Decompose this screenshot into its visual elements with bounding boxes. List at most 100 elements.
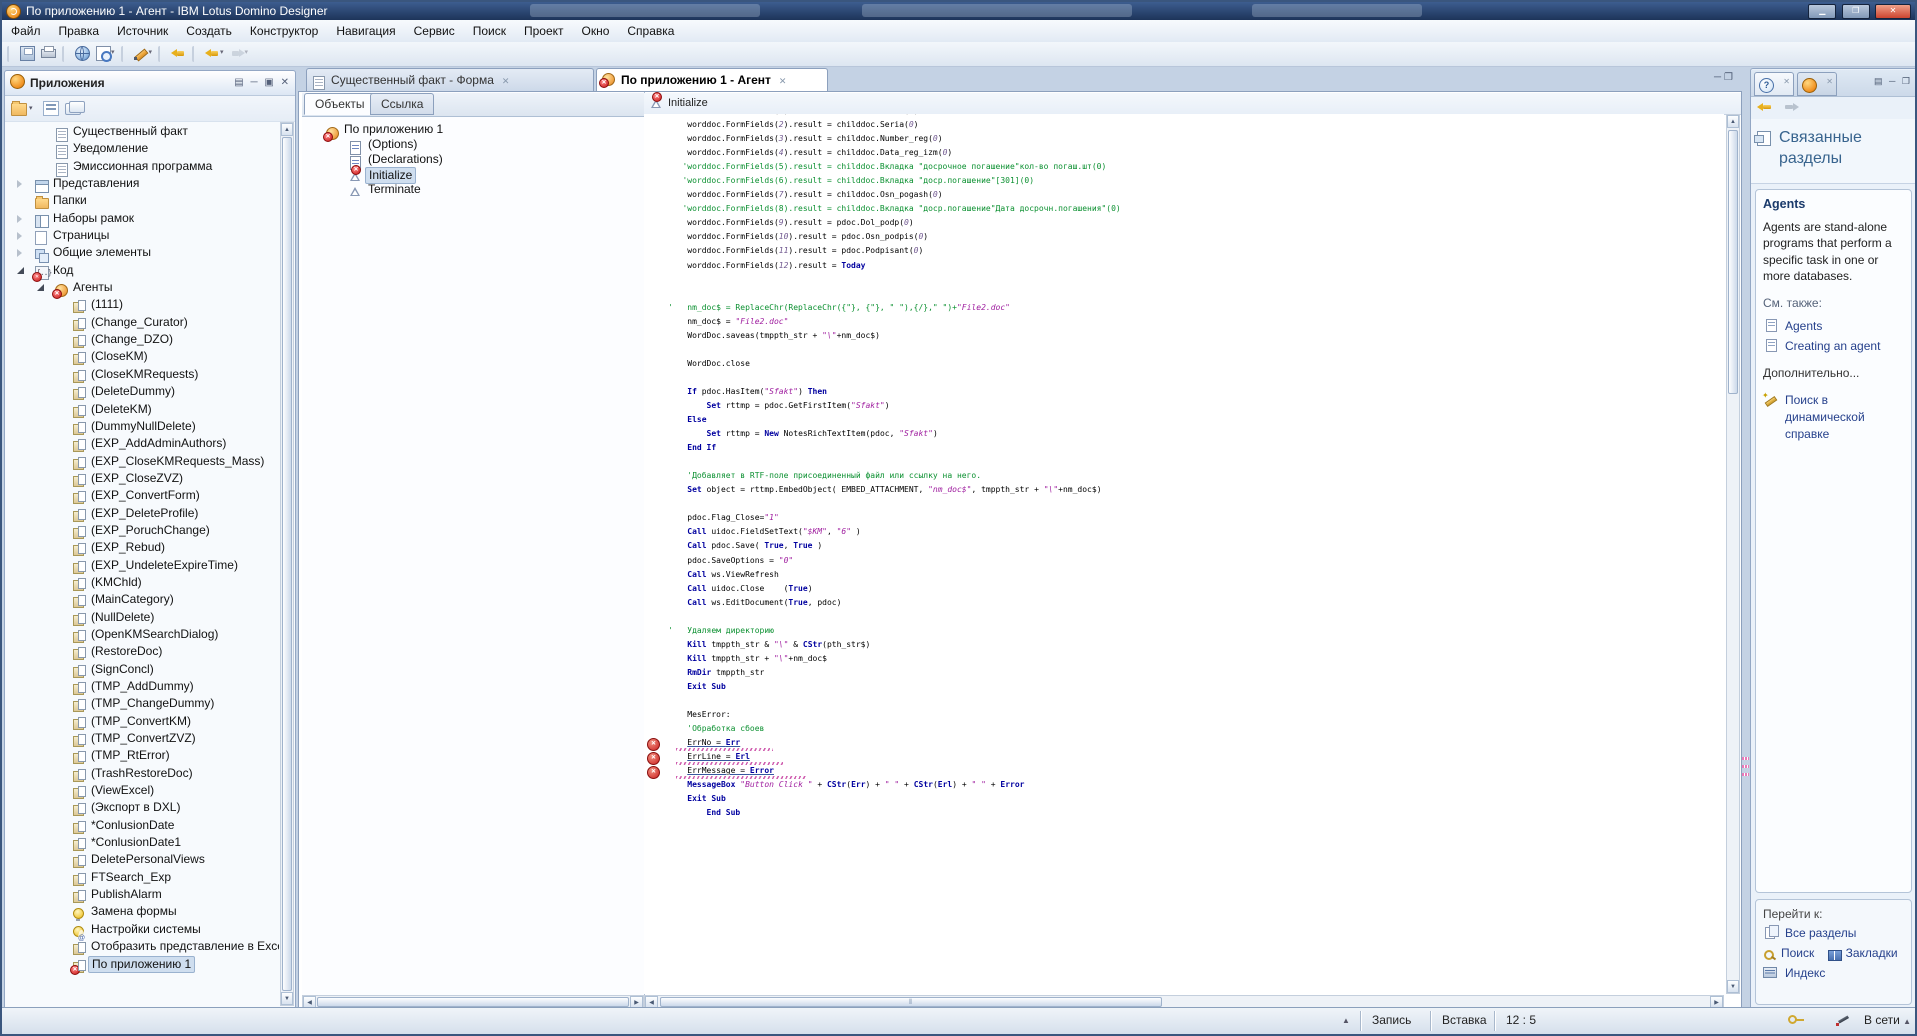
app-tree-item[interactable]: (DummyNullDelete) — [7, 418, 279, 435]
dropdown-caret-icon[interactable]: ▾ — [29, 104, 33, 112]
minimize-editor-icon[interactable]: ─ — [1714, 72, 1724, 83]
app-tree-item[interactable]: Настройки системы — [7, 921, 279, 938]
signature-pen-icon[interactable] — [1836, 1008, 1852, 1034]
app-tree-item[interactable]: DeletePersonalViews — [7, 851, 279, 868]
app-tree-item[interactable]: Представления — [7, 175, 279, 192]
app-tree-item[interactable]: (CloseKM) — [7, 348, 279, 365]
scrollbar-thumb[interactable]: ⫴ — [660, 997, 1162, 1007]
tab-form-sushestvenny-fakt[interactable]: Существенный факт - Форма✕ — [306, 68, 594, 91]
app-tree-item[interactable]: (KMChld) — [7, 574, 279, 591]
panel-close-icon[interactable]: ✕ — [281, 77, 291, 88]
app-tree-item[interactable]: (EXP_PoruchChange) — [7, 522, 279, 539]
app-tree-item[interactable]: Общие элементы — [7, 244, 279, 261]
close-window-button[interactable]: ✕ — [1875, 4, 1911, 19]
app-tree-item[interactable]: (CloseKMRequests) — [7, 366, 279, 383]
app-tree-item[interactable]: (DeleteDummy) — [7, 383, 279, 400]
security-key-icon[interactable] — [1788, 1008, 1804, 1034]
web-icon-button[interactable] — [73, 44, 92, 66]
tree-collapsed-arrow-icon[interactable] — [17, 180, 22, 188]
app-tree-item[interactable]: (EXP_DeleteProfile) — [7, 505, 279, 522]
panel-minimize-icon[interactable]: ─ — [251, 77, 260, 88]
app-tree-item[interactable]: (EXP_UndeleteExpireTime) — [7, 557, 279, 574]
forward-icon-button[interactable]: ▾ — [228, 44, 251, 66]
print-icon-button[interactable] — [39, 44, 58, 66]
tree-collapsed-arrow-icon[interactable] — [17, 215, 22, 223]
app-tree-item[interactable]: (ViewExcel) — [7, 782, 279, 799]
open-application-icon[interactable] — [11, 103, 27, 116]
tab-objects[interactable]: Объекты — [304, 93, 376, 115]
help-more-link[interactable]: Дополнительно... — [1763, 366, 1904, 380]
index-link[interactable]: Индекс — [1763, 963, 1904, 983]
save-icon-button[interactable] — [18, 44, 37, 66]
scrollbar-thumb[interactable] — [317, 997, 629, 1007]
panel-maximize-icon[interactable]: ❐ — [1902, 76, 1912, 86]
online-status[interactable]: В сети ▲ — [1864, 1008, 1911, 1034]
scrollbar-thumb[interactable] — [282, 137, 292, 991]
app-tree-item[interactable]: (1111) — [7, 296, 279, 313]
back-icon[interactable] — [1755, 99, 1777, 115]
menu-item-Окно[interactable]: Окно — [573, 20, 619, 42]
code-text[interactable]: worddoc.FormFields(1).result = childdoc.… — [662, 114, 1724, 820]
app-tree-item[interactable]: PublishAlarm — [7, 886, 279, 903]
back-new-icon-button[interactable] — [169, 44, 188, 66]
code-v-scrollbar[interactable]: ▲ ▼ — [1726, 114, 1740, 994]
app-tree-item[interactable]: (TrashRestoreDoc) — [7, 765, 279, 782]
close-tab-icon[interactable]: ✕ — [1826, 77, 1833, 86]
app-tree-item[interactable]: (TMP_ConvertZVZ) — [7, 730, 279, 747]
object-tree-item[interactable]: Terminate — [302, 182, 644, 197]
applications-tree-scrollbar[interactable]: ▲ ▼ — [280, 122, 294, 1006]
app-tree-item[interactable]: По приложению 1 — [7, 956, 279, 973]
object-tree-item[interactable]: (Options) — [302, 137, 644, 152]
link-editor-icon[interactable] — [65, 103, 81, 115]
back-icon-button[interactable]: ▾ — [203, 44, 226, 66]
app-tree-item[interactable]: Отобразить представление в Excel — [7, 938, 279, 955]
scroll-up-arrow[interactable]: ▲ — [281, 123, 293, 136]
app-tree-item[interactable]: (Change_DZO) — [7, 331, 279, 348]
tree-expanded-arrow-icon[interactable] — [37, 284, 44, 291]
menu-item-Источник[interactable]: Источник — [108, 20, 177, 42]
scroll-down-arrow[interactable]: ▼ — [1727, 980, 1739, 993]
maximize-window-button[interactable]: ❐ — [1842, 4, 1870, 19]
app-tree-item[interactable]: (NullDelete) — [7, 609, 279, 626]
app-tree-item[interactable]: (EXP_CloseZVZ) — [7, 470, 279, 487]
code-editor[interactable]: ✕✕✕ worddoc.FormFields(1).result = child… — [644, 114, 1724, 994]
history-icon-button[interactable]: ▾ — [94, 44, 117, 66]
app-tree-item[interactable]: *ConlusionDate — [7, 817, 279, 834]
object-tree-item[interactable]: По приложению 1 — [302, 122, 644, 137]
app-tree-item[interactable]: (TMP_RtError) — [7, 747, 279, 764]
minimize-window-button[interactable]: ▁ — [1808, 4, 1836, 19]
menu-item-Правка[interactable]: Правка — [50, 20, 109, 42]
scroll-down-arrow[interactable]: ▼ — [281, 992, 293, 1005]
app-tree-item[interactable]: (RestoreDoc) — [7, 643, 279, 660]
menu-item-Файл[interactable]: Файл — [2, 20, 50, 42]
app-tree-item[interactable]: (OpenKMSearchDialog) — [7, 626, 279, 643]
tab-domino-home[interactable]: ✕ — [1797, 72, 1837, 96]
tab-agent-po-prilozheniyu-1[interactable]: По приложению 1 - Агент✕ — [596, 68, 828, 91]
forward-icon[interactable] — [1781, 99, 1803, 115]
app-tree-item[interactable]: FTSearch_Exp — [7, 869, 279, 886]
app-tree-item[interactable]: Уведомление — [7, 140, 279, 157]
panel-minimize-icon[interactable]: ─ — [1889, 76, 1897, 86]
app-tree-item[interactable]: *ConlusionDate1 — [7, 834, 279, 851]
menu-item-Сервис[interactable]: Сервис — [405, 20, 464, 42]
app-tree-item[interactable]: (MainCategory) — [7, 591, 279, 608]
app-tree-item[interactable]: (EXP_ConvertForm) — [7, 487, 279, 504]
app-tree-item[interactable]: Существенный факт — [7, 123, 279, 140]
app-tree-item[interactable]: (Экспорт в DXL) — [7, 799, 279, 816]
dropdown-caret-icon[interactable]: ▾ — [220, 49, 224, 56]
help-link-creating-an-agent[interactable]: Creating an agent — [1763, 336, 1904, 356]
app-tree-item[interactable]: Код — [7, 262, 279, 279]
help-link-agents[interactable]: Agents — [1763, 316, 1904, 336]
app-tree-item[interactable]: (DeleteKM) — [7, 401, 279, 418]
tab-reference[interactable]: Ссылка — [370, 93, 434, 115]
scrollbar-thumb[interactable] — [1728, 130, 1738, 394]
status-expand-icon[interactable]: ▲ — [1342, 1008, 1350, 1033]
app-tree-item[interactable]: (TMP_AddDummy) — [7, 678, 279, 695]
app-tree-item[interactable]: (SignConcl) — [7, 661, 279, 678]
panel-maximize-icon[interactable]: ▣ — [264, 77, 275, 88]
scroll-up-arrow[interactable]: ▲ — [1727, 115, 1739, 128]
app-tree-item[interactable]: Страницы — [7, 227, 279, 244]
object-tree-item[interactable]: Initialize — [302, 167, 644, 182]
maximize-editor-icon[interactable]: ❐ — [1724, 72, 1736, 83]
app-tree-item[interactable]: Наборы рамок — [7, 210, 279, 227]
